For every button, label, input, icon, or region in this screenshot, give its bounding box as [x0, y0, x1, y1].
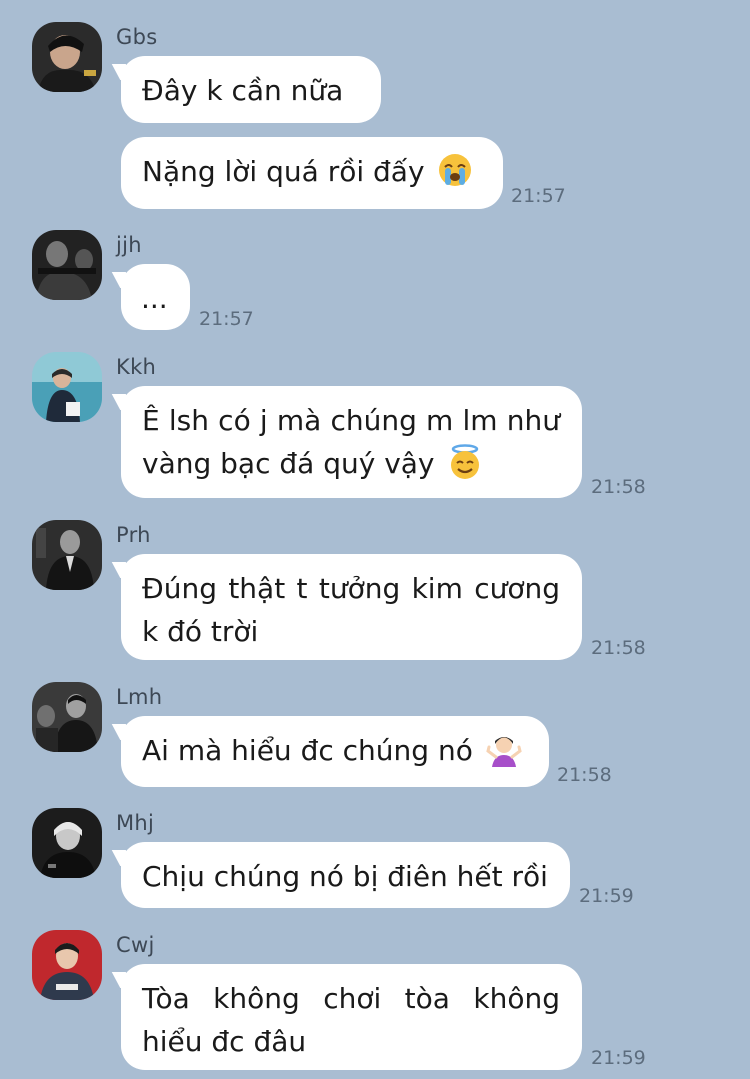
message-bubble[interactable]: Nặng lời quá rồi đấy	[121, 137, 503, 209]
message-time: 21:58	[591, 637, 646, 659]
message-text: Ê lsh có j mà chúng m lm như vàng bạc đá…	[142, 404, 560, 480]
message-text: Chịu chúng nó bị điên hết rồi	[142, 860, 548, 893]
message-text: Đúng thật t tưởng kim cương k đó trời	[142, 572, 560, 648]
message-text: Tòa không chơi tòa không hiểu đc đâu	[142, 982, 560, 1058]
message-bubble[interactable]: ...	[121, 264, 190, 330]
message-text: Đây k cần nữa	[142, 74, 344, 107]
sender-name: jjh	[116, 233, 142, 257]
person-shrugging-icon	[486, 737, 522, 767]
smiling-face-with-halo-icon	[451, 444, 480, 479]
avatar-prh[interactable]	[32, 520, 102, 590]
message-time: 21:57	[199, 308, 254, 330]
message-bubble[interactable]: Đây k cần nữa	[121, 56, 381, 123]
message-bubble[interactable]: Tòa không chơi tòa không hiểu đc đâu	[121, 964, 582, 1070]
message-bubble[interactable]: Đúng thật t tưởng kim cương k đó trời	[121, 554, 582, 660]
avatar-cwj[interactable]	[32, 930, 102, 1000]
message-time: 21:59	[591, 1047, 646, 1069]
sender-name: Gbs	[116, 25, 158, 49]
message-text: Ai mà hiểu đc chúng nó	[142, 734, 473, 767]
avatar-lmh[interactable]	[32, 682, 102, 752]
sender-name: Lmh	[116, 685, 163, 709]
message-text: Nặng lời quá rồi đấy	[142, 155, 425, 188]
sender-name: Mhj	[116, 811, 155, 835]
message-time: 21:59	[579, 885, 634, 907]
loudly-crying-face-icon	[439, 154, 472, 186]
sender-name: Kkh	[116, 355, 157, 379]
sender-name: Cwj	[116, 933, 155, 957]
message-bubble[interactable]: Chịu chúng nó bị điên hết rồi	[121, 842, 570, 908]
message-time: 21:58	[557, 764, 612, 786]
message-time: 21:57	[511, 185, 566, 207]
avatar-mhj[interactable]	[32, 808, 102, 878]
avatar-jjh[interactable]	[32, 230, 102, 300]
avatar-gbs[interactable]	[32, 22, 102, 92]
message-time: 21:58	[591, 476, 646, 498]
avatar-kkh[interactable]	[32, 352, 102, 422]
message-bubble[interactable]: Ê lsh có j mà chúng m lm như vàng bạc đá…	[121, 386, 582, 498]
sender-name: Prh	[116, 523, 151, 547]
chat-view: Gbs Đây k cần nữa Nặng lời quá rồi đấy 2…	[0, 0, 750, 1079]
message-text: ...	[141, 282, 168, 315]
message-bubble[interactable]: Ai mà hiểu đc chúng nó	[121, 716, 549, 787]
